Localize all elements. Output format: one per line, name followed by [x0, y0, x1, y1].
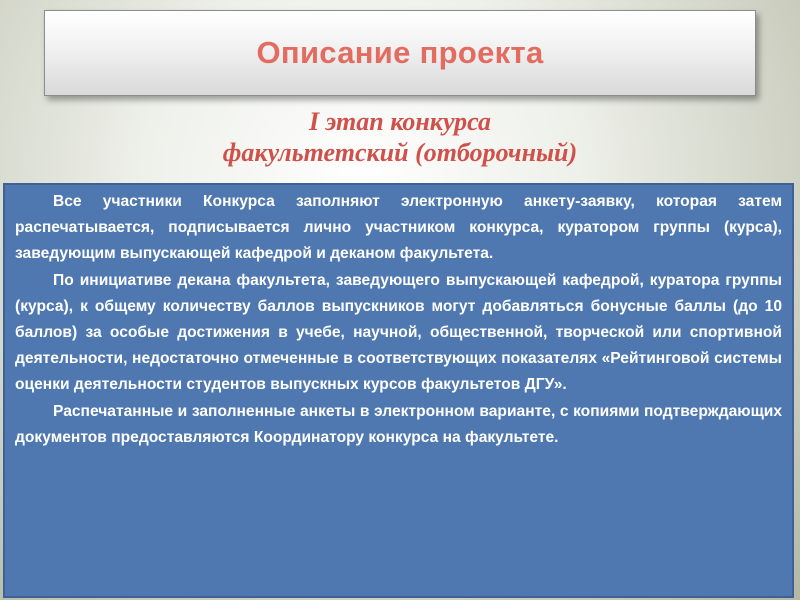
- paragraph-bonus-points: По инициативе декана факультета, заведую…: [15, 271, 782, 394]
- paragraph-participants: Все участники Конкурса заполняют электро…: [15, 193, 782, 263]
- subtitle-line-1: I этап конкурса: [308, 107, 492, 136]
- slide-title: Описание проекта: [256, 35, 544, 70]
- subtitle-line-2: факультетский (отборочный): [222, 138, 578, 167]
- slide-subtitle: I этап конкурса факультетский (отборочны…: [0, 106, 800, 168]
- content-panel: Все участники Конкурса заполняют электро…: [3, 183, 794, 598]
- slide: Описание проекта I этап конкурса факульт…: [0, 0, 800, 600]
- paragraph-submission: Распечатанные и заполненные анкеты в эле…: [15, 402, 782, 446]
- title-banner: Описание проекта: [44, 10, 756, 96]
